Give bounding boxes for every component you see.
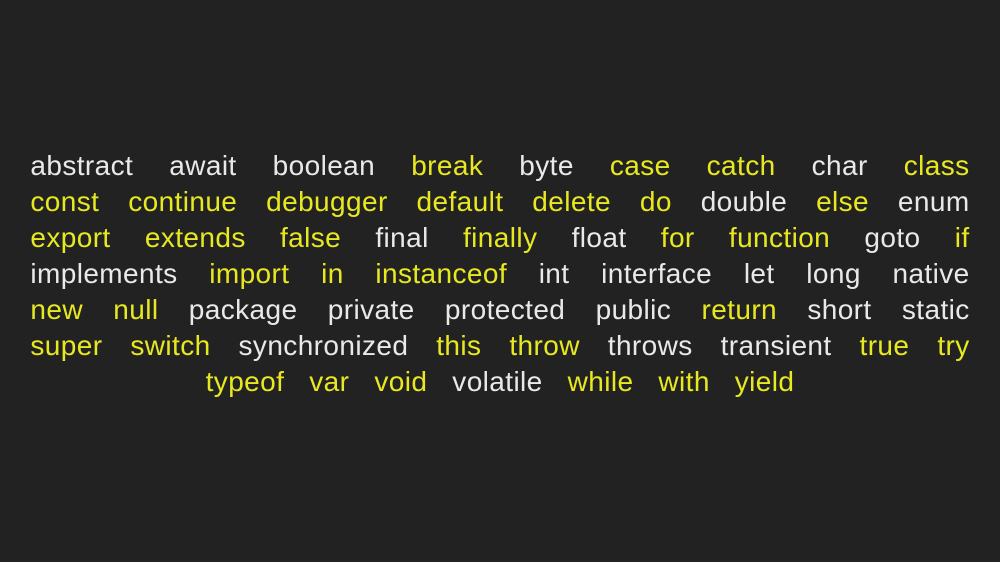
keyword-switch: switch [130,330,211,361]
keyword-export: export [30,222,111,253]
keyword-typeof: typeof [205,366,285,397]
keyword-this: this [436,330,482,361]
keyword-volatile: volatile [452,366,543,397]
keyword-interface: interface [601,258,713,289]
keyword-double: double [700,186,788,217]
keyword-list: abstract await boolean break byte case c… [22,148,978,400]
keyword-void: void [374,366,428,397]
keyword-short: short [807,294,872,325]
keyword-public: public [595,294,672,325]
keyword-synchronized: synchronized [238,330,409,361]
keyword-final: final [375,222,429,253]
keyword-static: static [901,294,970,325]
keyword-true: true [859,330,910,361]
keyword-throws: throws [607,330,693,361]
keyword-delete: delete [532,186,611,217]
keyword-int: int [538,258,570,289]
keyword-finally: finally [462,222,538,253]
keyword-protected: protected [444,294,566,325]
keyword-try: try [937,330,970,361]
keyword-continue: continue [128,186,238,217]
keyword-with: with [658,366,710,397]
keyword-goto: goto [864,222,921,253]
keyword-native: native [892,258,970,289]
keyword-default: default [416,186,504,217]
keyword-enum: enum [897,186,970,217]
keyword-else: else [816,186,870,217]
keyword-debugger: debugger [266,186,388,217]
keyword-null: null [113,294,159,325]
keyword-class: class [903,150,970,181]
keyword-new: new [30,294,83,325]
keyword-transient: transient [720,330,832,361]
keyword-let: let [743,258,775,289]
keyword-for: for [660,222,695,253]
keyword-throw: throw [509,330,580,361]
keyword-yield: yield [734,366,795,397]
keyword-catch: catch [706,150,776,181]
keyword-extends: extends [144,222,246,253]
keyword-var: var [309,366,350,397]
keyword-package: package [188,294,298,325]
keyword-char: char [811,150,868,181]
keyword-case: case [609,150,671,181]
keyword-const: const [30,186,100,217]
keyword-while: while [567,366,634,397]
keyword-function: function [728,222,831,253]
keyword-abstract: abstract [30,150,134,181]
keyword-float: float [571,222,627,253]
keyword-in: in [321,258,344,289]
keyword-return: return [701,294,778,325]
keyword-private: private [327,294,415,325]
keyword-implements: implements [30,258,178,289]
keyword-instanceof: instanceof [375,258,508,289]
keyword-false: false [279,222,342,253]
keyword-boolean: boolean [272,150,376,181]
keyword-do: do [639,186,672,217]
keyword-await: await [169,150,237,181]
keyword-break: break [411,150,484,181]
keyword-byte: byte [519,150,574,181]
keyword-if: if [954,222,970,253]
keyword-long: long [806,258,861,289]
keyword-super: super [30,330,103,361]
keyword-import: import [209,258,290,289]
